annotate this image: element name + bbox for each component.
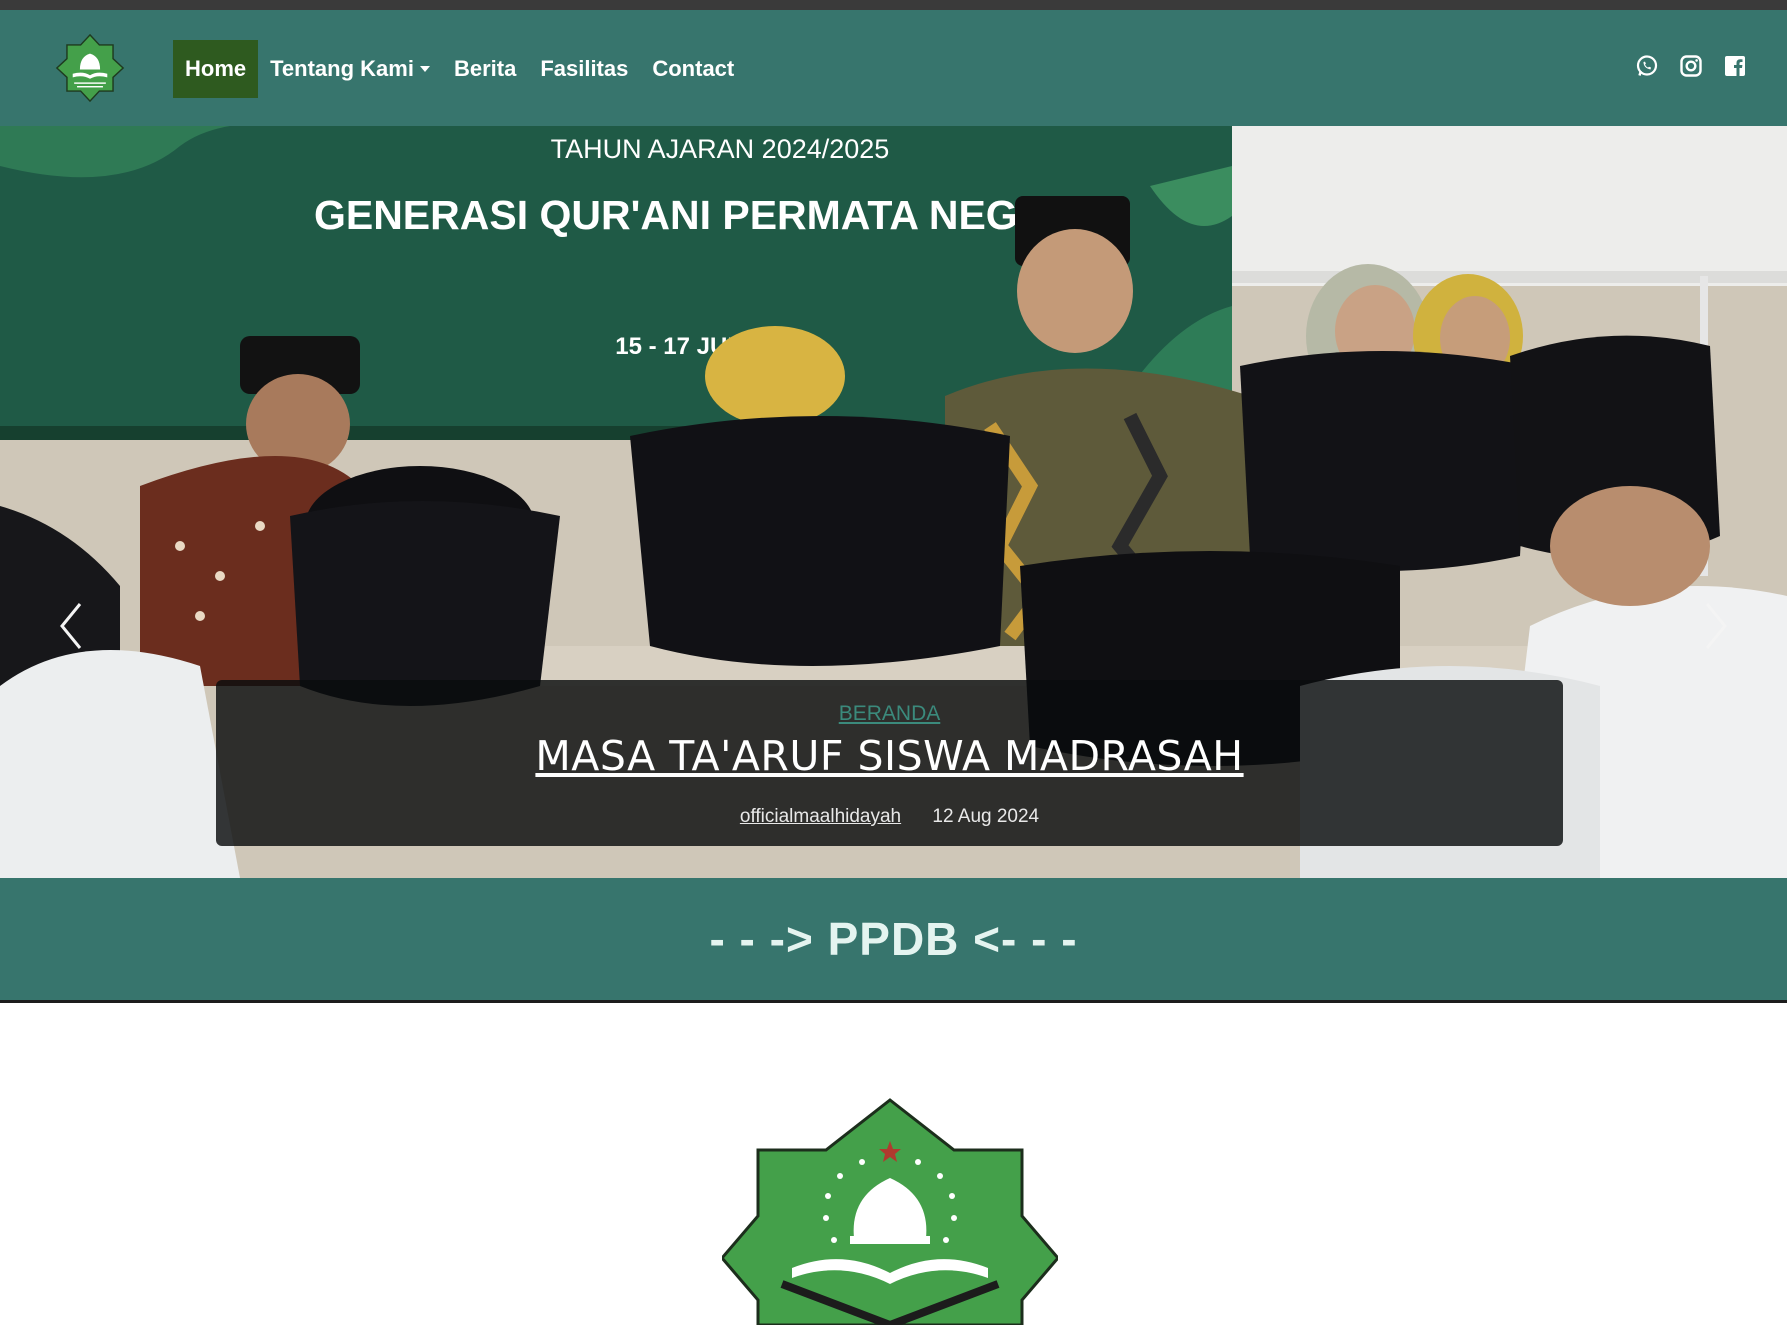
chevron-down-icon	[419, 66, 430, 72]
nav-contact[interactable]: Contact	[640, 40, 746, 98]
social-links	[1635, 54, 1747, 78]
nav-contact-label: Contact	[652, 56, 735, 81]
carousel-caption: BERANDA MASA TA'ARUF SISWA MADRASAH offi…	[216, 680, 1563, 846]
nav-tentang-kami-label: Tentang Kami	[270, 56, 414, 81]
banner-text-2: GENERASI QUR'ANI PERMATA NEGERI	[314, 192, 1086, 238]
nav-home-label: Home	[185, 56, 247, 81]
nav-fasilitas-label: Fasilitas	[540, 56, 629, 81]
browser-top-strip	[0, 0, 1787, 10]
hero-carousel: TAHUN AJARAN 2024/2025 GENERASI QUR'ANI …	[0, 126, 1787, 878]
post-date: 12 Aug 2024	[932, 806, 1040, 827]
nav-berita[interactable]: Berita	[442, 40, 528, 98]
school-emblem	[722, 1098, 1058, 1325]
facebook-icon[interactable]	[1723, 54, 1747, 78]
post-category-link[interactable]: BERANDA	[216, 702, 1563, 726]
main-nav: Home Tentang Kami Berita Fasilitas Conta…	[173, 40, 746, 98]
nav-tentang-kami[interactable]: Tentang Kami	[258, 40, 442, 98]
nav-berita-label: Berita	[453, 56, 517, 81]
post-title-link[interactable]: MASA TA'ARUF SISWA MADRASAH	[216, 732, 1563, 780]
nav-fasilitas[interactable]: Fasilitas	[528, 40, 640, 98]
ppdb-link[interactable]: - - -> PPDB <- - -	[709, 912, 1077, 966]
whatsapp-icon[interactable]	[1635, 54, 1659, 78]
navbar: Home Tentang Kami Berita Fasilitas Conta…	[0, 10, 1787, 126]
ppdb-banner: - - -> PPDB <- - -	[0, 878, 1787, 1003]
carousel-prev-icon[interactable]	[52, 596, 92, 656]
banner-text-1: TAHUN AJARAN 2024/2025	[551, 134, 890, 164]
nav-home[interactable]: Home	[173, 40, 259, 98]
instagram-icon[interactable]	[1679, 54, 1703, 78]
post-meta: officialmaalhidayah 12 Aug 2024	[216, 806, 1563, 828]
post-author-link[interactable]: officialmaalhidayah	[740, 806, 901, 827]
site-logo[interactable]	[54, 32, 126, 104]
carousel-next-icon[interactable]	[1695, 596, 1735, 656]
